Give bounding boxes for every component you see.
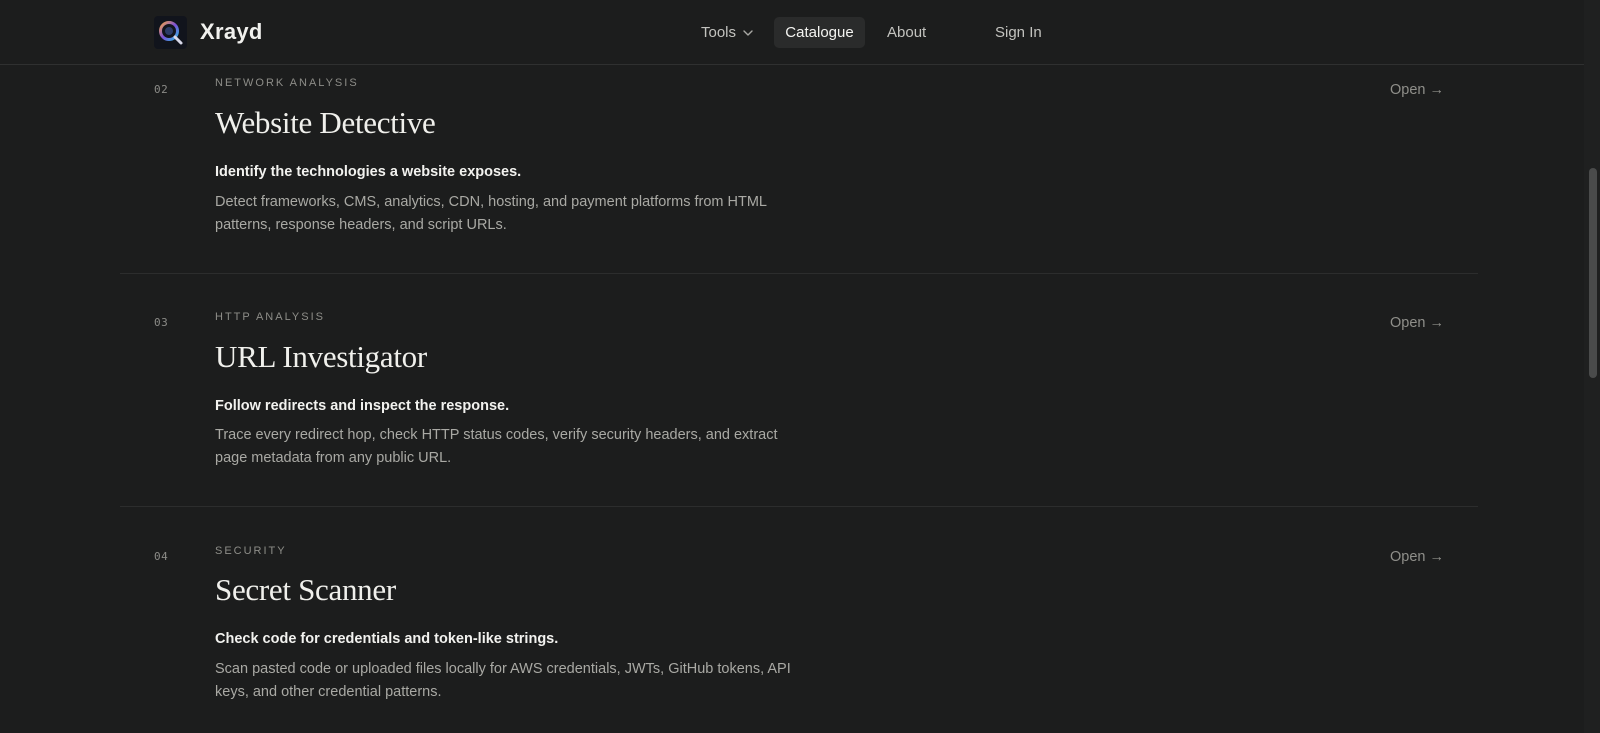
nav-tools-menu[interactable]: Tools [701,17,754,48]
tool-description: Scan pasted code or uploaded files local… [215,661,791,700]
xrayd-logo-icon[interactable] [154,16,187,49]
tool-category: NETWORK ANALYSIS [215,77,359,89]
tool-tagline: Check code for credentials and token-lik… [215,631,559,647]
page: 02 NETWORK ANALYSIS Website Detective Id… [0,0,1600,733]
tool-description: Detect frameworks, CMS, analytics, CDN, … [215,194,767,233]
chevron-down-icon [743,30,753,36]
nav-catalogue-link[interactable]: Catalogue [774,17,865,48]
tool-number: 04 [154,550,169,563]
top-navigation-bar: Xrayd Tools Catalogue About Sign In [0,0,1584,65]
sign-in-link[interactable]: Sign In [995,17,1042,48]
tool-number: 03 [154,316,169,329]
open-link[interactable]: Open → [1390,315,1444,331]
nav-about-link[interactable]: About [887,17,926,48]
tool-tagline: Identify the technologies a website expo… [215,164,522,180]
tool-row[interactable]: 04 SECURITY Secret Scanner Check code fo… [120,507,1478,733]
brand-name[interactable]: Xrayd [200,17,263,47]
tool-row[interactable]: 02 NETWORK ANALYSIS Website Detective Id… [120,60,1478,274]
tool-category: HTTP ANALYSIS [215,311,325,323]
tool-title[interactable]: Website Detective [215,105,436,141]
tool-title[interactable]: Secret Scanner [215,572,396,608]
open-link[interactable]: Open → [1390,549,1444,565]
tool-title[interactable]: URL Investigator [215,339,427,375]
open-link[interactable]: Open → [1390,82,1444,98]
scrollbar-track[interactable] [1584,0,1600,733]
tool-tagline: Follow redirects and inspect the respons… [215,398,510,414]
tool-category: SECURITY [215,545,287,557]
scrollbar-thumb[interactable] [1589,168,1597,378]
nav-tools-label: Tools [701,24,737,41]
tool-description: Trace every redirect hop, check HTTP sta… [215,427,778,466]
tool-number: 02 [154,83,169,96]
tool-row[interactable]: 03 HTTP ANALYSIS URL Investigator Follow… [120,274,1478,507]
